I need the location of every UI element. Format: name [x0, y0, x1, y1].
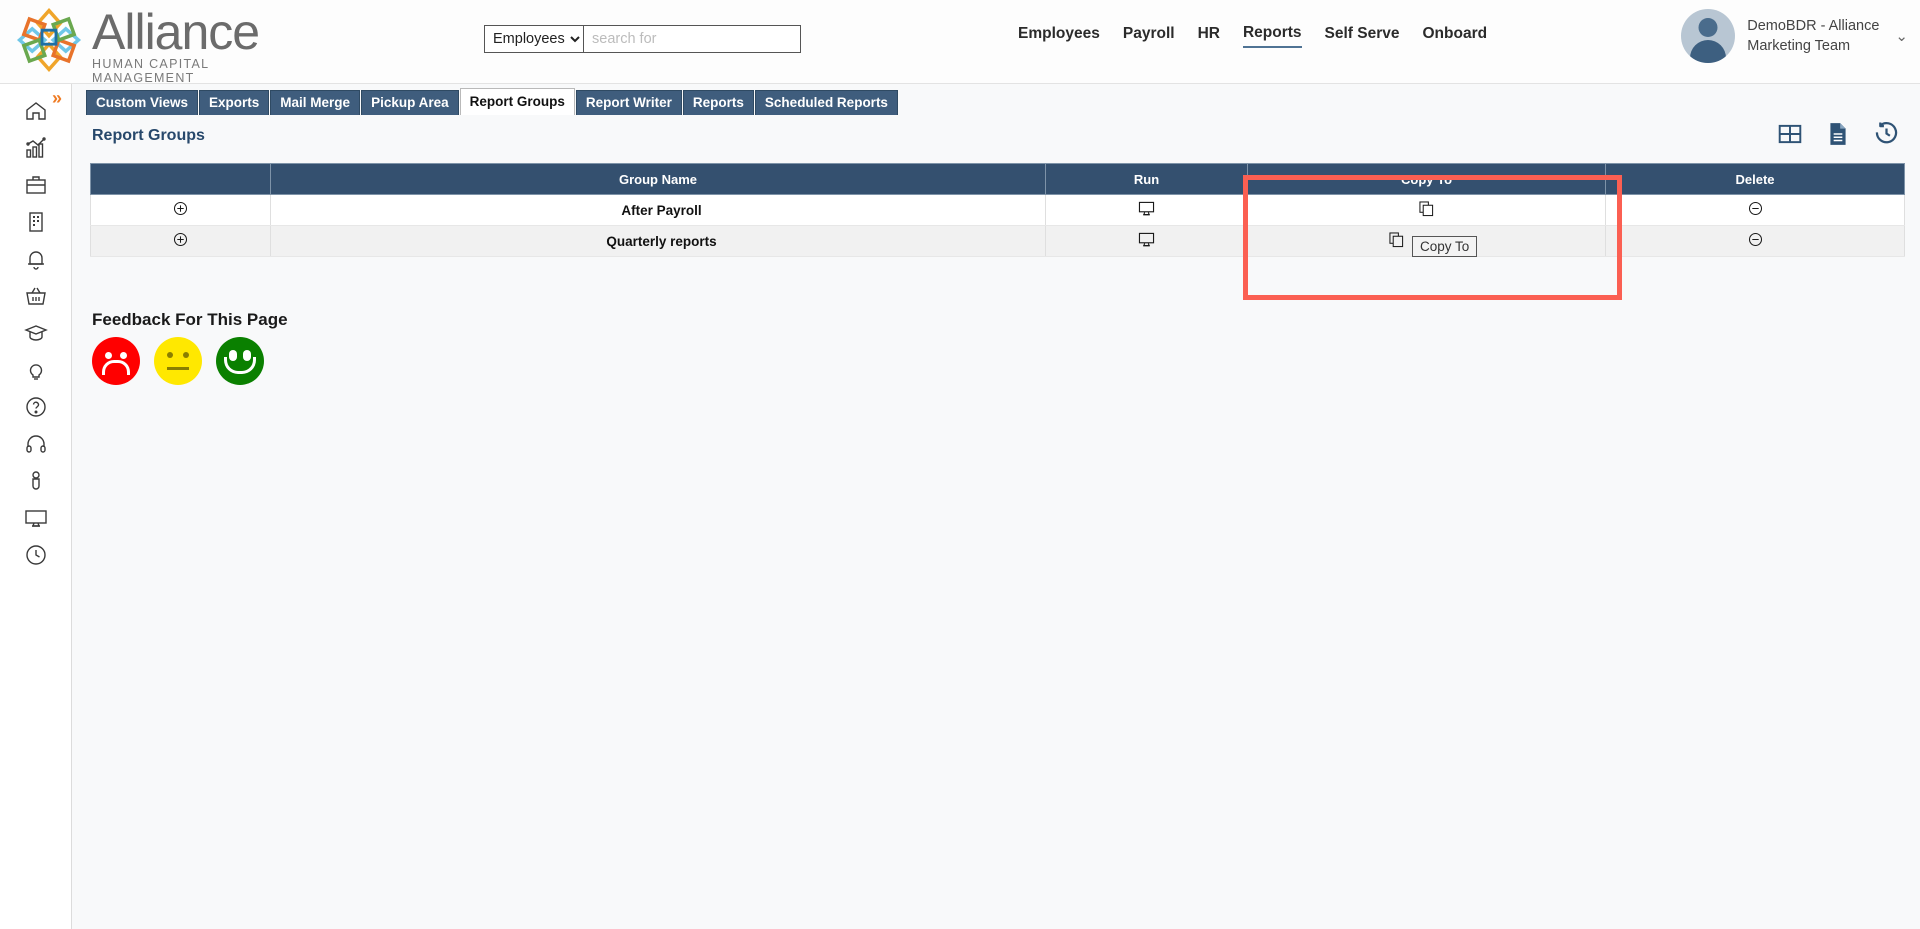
sidebar-item-time[interactable]: [0, 536, 72, 573]
neutral-face-button[interactable]: [154, 337, 202, 385]
left-sidebar: [0, 84, 72, 929]
search-scope-select[interactable]: Employees: [485, 26, 584, 52]
sidebar-item-learning[interactable]: [0, 314, 72, 351]
nav-self-serve[interactable]: Self Serve: [1325, 25, 1400, 47]
alliance-star-logo-icon: [14, 5, 84, 75]
cell-delete: [1605, 225, 1905, 257]
bell-icon: [24, 247, 48, 271]
cell-expand: [90, 225, 271, 257]
column-delete: Delete: [1605, 163, 1905, 195]
cell-run: [1045, 194, 1248, 226]
brand-tagline: HUMAN CAPITAL MANAGEMENT: [92, 57, 209, 85]
grid-table-icon[interactable]: [1777, 121, 1803, 152]
user-avatar-icon: [1681, 9, 1736, 63]
column-run: Run: [1045, 163, 1248, 195]
analytics-chart-icon: [24, 136, 48, 160]
copy-to-tooltip: Copy To: [1412, 236, 1478, 257]
sidebar-item-support[interactable]: [0, 425, 72, 462]
sidebar-item-company[interactable]: [0, 203, 72, 240]
sad-face-button[interactable]: [92, 337, 140, 385]
table-row: After Payroll: [90, 194, 1905, 226]
user-name: DemoBDR - Alliance Marketing Team: [1747, 16, 1879, 56]
app-header: Alliance HUMAN CAPITAL MANAGEMENT Employ…: [0, 0, 1920, 85]
tab-report-writer[interactable]: Report Writer: [575, 90, 682, 115]
briefcase-icon: [24, 173, 48, 197]
tab-reports[interactable]: Reports: [682, 90, 754, 115]
brand-name: Alliance: [92, 4, 260, 60]
sidebar-item-briefcase[interactable]: [0, 166, 72, 203]
clock-icon: [24, 543, 48, 567]
page-toolbar: [1777, 120, 1900, 152]
plus-circle-icon[interactable]: [173, 201, 188, 219]
sidebar-item-notifications[interactable]: [0, 240, 72, 277]
basket-icon: [24, 284, 48, 308]
column-expand: [90, 163, 271, 195]
building-icon: [24, 210, 48, 234]
brand-logo[interactable]: Alliance HUMAN CAPITAL MANAGEMENT: [14, 3, 264, 85]
report-tabs: Custom Views Exports Mail Merge Pickup A…: [86, 87, 899, 115]
nav-onboard[interactable]: Onboard: [1423, 25, 1488, 47]
home-icon: [24, 99, 48, 123]
primary-navigation: Employees Payroll HR Reports Self Serve …: [1018, 24, 1487, 48]
question-circle-icon: [24, 395, 48, 419]
tab-mail-merge[interactable]: Mail Merge: [270, 90, 361, 115]
brand-text: Alliance HUMAN CAPITAL MANAGEMENT: [92, 5, 264, 85]
sidebar-item-ideas[interactable]: [0, 351, 72, 388]
user-name-line1: DemoBDR - Alliance: [1747, 18, 1880, 34]
cell-copy-to: [1247, 194, 1606, 226]
person-icon: [24, 469, 48, 493]
happy-face-button[interactable]: [216, 337, 264, 385]
tab-exports[interactable]: Exports: [199, 90, 270, 115]
table-row: Quarterly reports: [90, 225, 1905, 257]
monitor-run-icon[interactable]: [1138, 232, 1155, 250]
report-groups-table: Group Name Run Copy To Delete After Payr…: [90, 163, 1905, 257]
page-title: Report Groups: [92, 127, 205, 144]
feedback-options: [92, 337, 264, 385]
sidebar-item-desktop[interactable]: [0, 499, 72, 536]
plus-circle-icon[interactable]: [173, 232, 188, 250]
tab-scheduled-reports[interactable]: Scheduled Reports: [754, 90, 898, 115]
headset-icon: [24, 432, 48, 456]
nav-hr[interactable]: HR: [1198, 25, 1220, 47]
nav-reports[interactable]: Reports: [1242, 24, 1302, 48]
nav-payroll[interactable]: Payroll: [1123, 25, 1175, 47]
main-content: Custom Views Exports Mail Merge Pickup A…: [72, 84, 1920, 929]
search-input[interactable]: [584, 26, 800, 52]
tab-report-groups[interactable]: Report Groups: [459, 88, 575, 115]
double-chevron-right-icon[interactable]: »: [52, 88, 62, 109]
monitor-icon: [24, 506, 48, 530]
sidebar-item-marketplace[interactable]: [0, 277, 72, 314]
sidebar-item-profile[interactable]: [0, 462, 72, 499]
sidebar-item-help[interactable]: [0, 388, 72, 425]
minus-circle-icon[interactable]: [1748, 232, 1763, 250]
sidebar-item-analytics[interactable]: [0, 129, 72, 166]
tab-pickup-area[interactable]: Pickup Area: [361, 90, 459, 115]
minus-circle-icon[interactable]: [1748, 201, 1763, 219]
page-body: Report Groups Group Name Run Copy To Del…: [72, 115, 1920, 929]
cell-group-name: Quarterly reports: [270, 225, 1046, 257]
copy-pages-icon[interactable]: [1389, 231, 1404, 251]
monitor-run-icon[interactable]: [1138, 201, 1155, 219]
feedback-heading: Feedback For This Page: [92, 310, 288, 329]
history-clock-icon[interactable]: [1873, 120, 1900, 152]
tab-custom-views[interactable]: Custom Views: [86, 90, 199, 115]
column-copy-to: Copy To: [1247, 163, 1606, 195]
user-profile-menu[interactable]: DemoBDR - Alliance Marketing Team ⌄: [1681, 9, 1908, 63]
copy-pages-icon[interactable]: [1419, 200, 1434, 220]
column-group-name: Group Name: [270, 163, 1046, 195]
lightbulb-icon: [24, 358, 48, 382]
cell-delete: [1605, 194, 1905, 226]
nav-employees[interactable]: Employees: [1018, 25, 1100, 47]
graduation-cap-icon: [24, 321, 48, 345]
global-search[interactable]: Employees: [484, 25, 801, 53]
cell-expand: [90, 194, 271, 226]
chevron-down-icon[interactable]: ⌄: [1895, 27, 1908, 45]
sidebar-item-home[interactable]: [0, 92, 72, 129]
table-header-row: Group Name Run Copy To Delete: [90, 163, 1905, 195]
cell-group-name: After Payroll: [270, 194, 1046, 226]
user-name-line2: Marketing Team: [1747, 38, 1851, 54]
cell-run: [1045, 225, 1248, 257]
document-icon[interactable]: [1825, 121, 1851, 152]
